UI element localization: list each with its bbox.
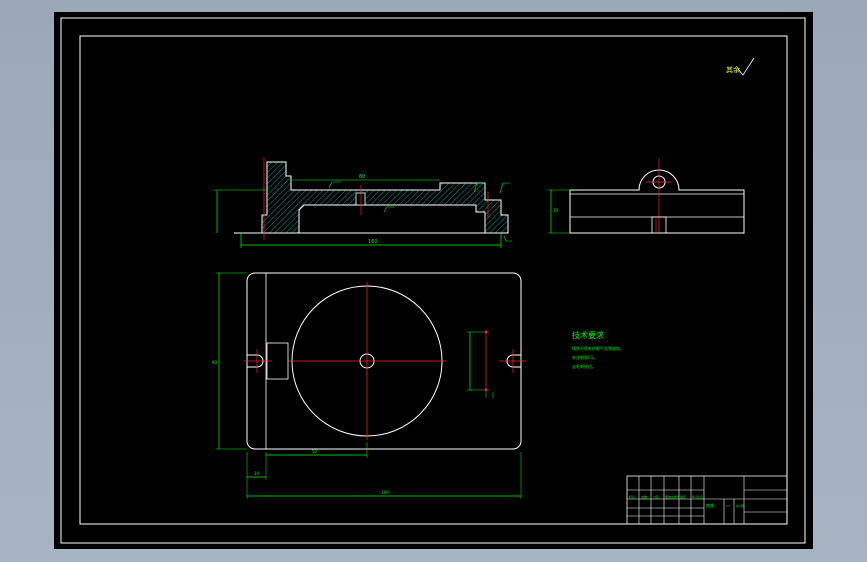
svg-text:分区: 分区 xyxy=(653,494,659,499)
side-height-text: 30 xyxy=(553,208,559,213)
side-view: 30 xyxy=(548,158,745,234)
top-center-text: 80 xyxy=(359,174,365,180)
plan-half-text: 50 xyxy=(312,449,318,454)
plan-view: 90 160 50 10 xyxy=(212,272,526,499)
cad-viewport[interactable]: 其余 160 80 30 90 160 50 10 技术要求 铸件不得有砂眼气孔… xyxy=(54,12,813,549)
svg-text:年.月.日: 年.月.日 xyxy=(692,494,703,499)
roughness-note: 其余 xyxy=(726,57,755,76)
sheet-count: 共1张 xyxy=(736,503,744,508)
part-name: 底座 xyxy=(706,502,714,508)
plan-left-text: 10 xyxy=(254,471,260,476)
roughness-symbol xyxy=(737,57,755,76)
plan-height-text: 90 xyxy=(212,360,218,365)
plan-width-text: 160 xyxy=(381,490,389,495)
svg-text:签名: 签名 xyxy=(680,494,686,499)
engineering-drawing: 其余 160 80 30 90 160 50 10 技术要求 铸件不得有砂眼气孔… xyxy=(60,17,806,544)
center-hole-section xyxy=(355,192,366,206)
front-width-text: 160 xyxy=(368,239,378,245)
title-block: 标记 处数 分区 更改文件号 签名 年.月.日 底座 1:1 共1张 xyxy=(626,475,788,525)
side-outline xyxy=(569,169,745,234)
svg-text:更改文件号: 更改文件号 xyxy=(665,494,680,499)
svg-text:标记: 标记 xyxy=(629,494,635,499)
tech-req-line-1: 铸件不得有砂眼气孔等缺陷。 xyxy=(572,345,624,351)
tech-req-line-2: 未注倒角C1。 xyxy=(572,354,597,360)
tech-req-line-3: 去毛刺锐边。 xyxy=(572,363,596,369)
inner-frame xyxy=(79,35,788,525)
drawing-scale: 1:1 xyxy=(726,504,731,508)
technical-requirements: 技术要求 铸件不得有砂眼气孔等缺陷。 未注倒角C1。 去毛刺锐边。 xyxy=(572,330,624,369)
section-body xyxy=(261,161,509,234)
front-section-view: 160 80 xyxy=(214,157,512,248)
svg-text:处数: 处数 xyxy=(641,494,647,499)
outer-frame xyxy=(60,17,806,544)
tech-req-title: 技术要求 xyxy=(572,330,604,340)
